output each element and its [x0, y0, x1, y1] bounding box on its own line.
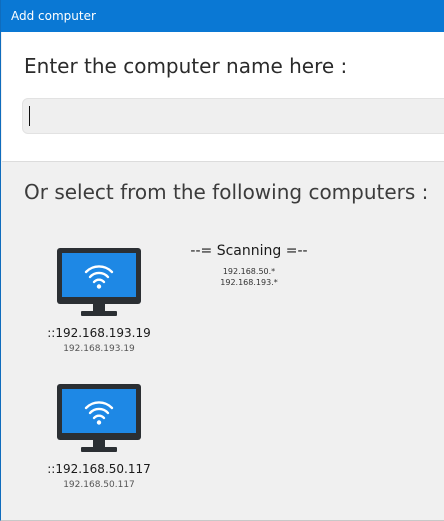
computer-name-input[interactable] [22, 98, 444, 134]
computer-ip: 192.168.193.19 [63, 344, 135, 354]
window-title: Add computer [1, 0, 444, 32]
computer-name-prompt: Enter the computer name here : [24, 54, 348, 78]
scan-range: 192.168.50.* [222, 267, 276, 276]
scanning-ranges: 192.168.50.* 192.168.193.* [179, 266, 319, 288]
computer-ip: 192.168.50.117 [63, 480, 135, 490]
computer-name: ::192.168.50.117 [47, 462, 151, 476]
add-computer-window: Add computer Enter the computer name her… [0, 0, 444, 521]
select-computers-label: Or select from the following computers : [24, 180, 429, 204]
text-caret [29, 106, 30, 126]
computer-name: ::192.168.193.19 [47, 326, 151, 340]
monitor-wifi-icon [57, 384, 141, 452]
scanning-title: --= Scanning =-- [190, 243, 308, 259]
monitor-wifi-icon [57, 248, 141, 316]
scan-range: 192.168.193.* [220, 278, 278, 287]
scanning-status: --= Scanning =-- 192.168.50.* 192.168.19… [179, 243, 319, 288]
entry-panel: Enter the computer name here : [2, 32, 444, 162]
computer-item-192-168-193-19[interactable]: ::192.168.193.19 192.168.193.19 [39, 248, 159, 354]
computer-item-192-168-50-117[interactable]: ::192.168.50.117 192.168.50.117 [39, 384, 159, 490]
